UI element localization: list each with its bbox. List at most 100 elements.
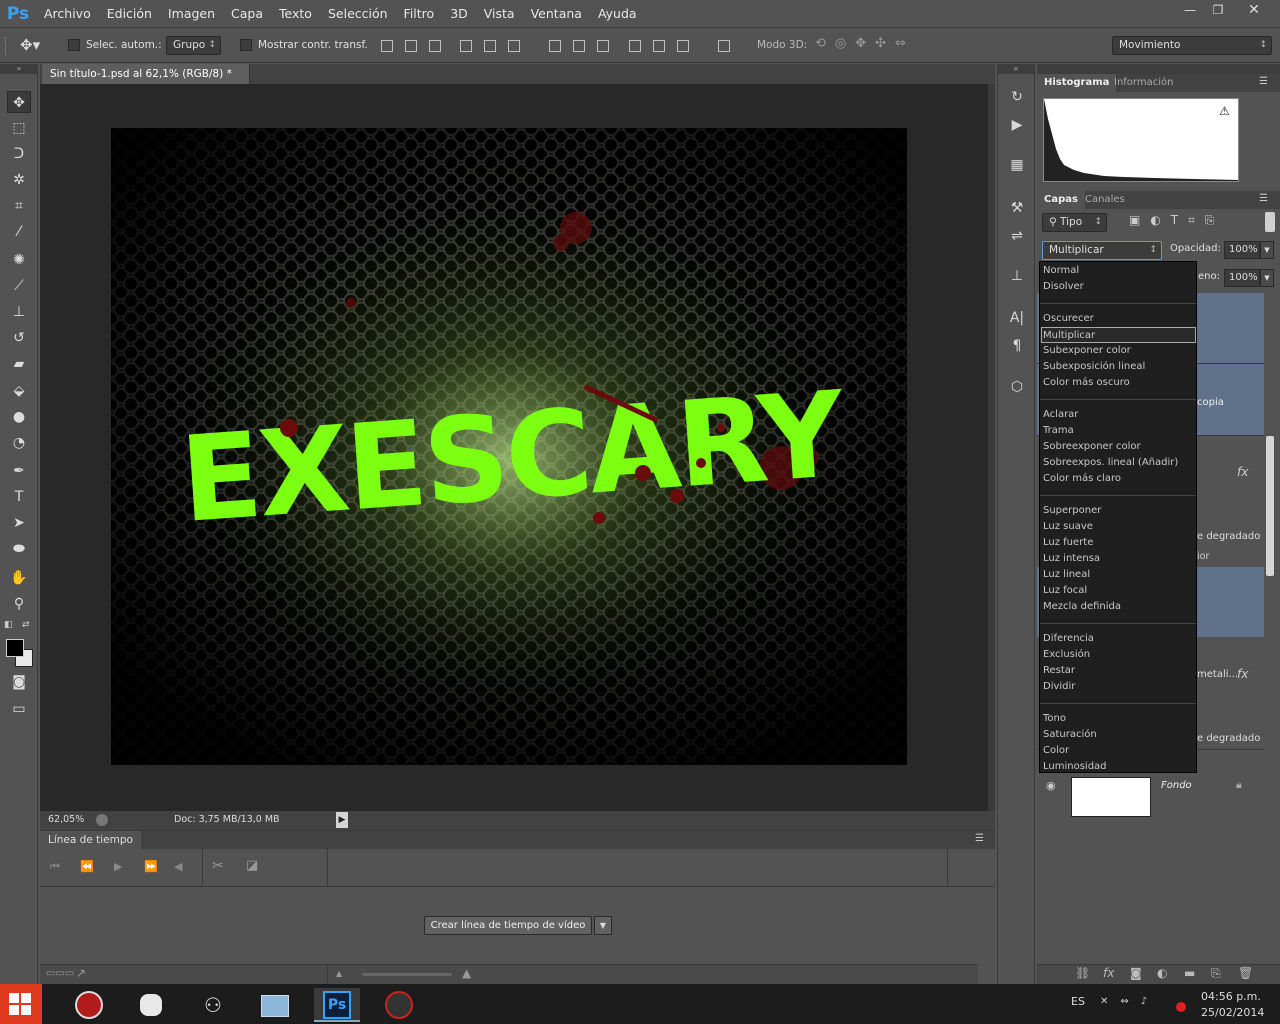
layer-filter-dropdown[interactable]: ⚲ Tipo [1042, 213, 1107, 232]
auto-select-checkbox[interactable] [68, 39, 80, 51]
align-vcenter-icon[interactable] [405, 40, 417, 52]
history-brush-tool-icon[interactable]: ↺ [7, 327, 31, 349]
distribute-top-icon[interactable] [549, 40, 561, 52]
paragraph-panel-icon[interactable]: ¶ [1006, 335, 1028, 357]
brush-presets-icon[interactable]: ⇌ [1006, 225, 1028, 247]
grip-handle[interactable] [5, 37, 7, 55]
link-layers-icon[interactable]: ⛓ [1075, 966, 1090, 980]
timeline-tab[interactable]: Línea de tiempo [40, 831, 141, 849]
blend-oscurecer[interactable]: Oscurecer [1043, 311, 1193, 327]
next-frame-icon[interactable]: ⏩ [144, 860, 158, 873]
audio-icon[interactable]: ◀ [174, 860, 182, 873]
marquee-tool-icon[interactable]: ⬚ [7, 117, 31, 139]
zoom-in-timeline-icon[interactable]: ▲ [462, 966, 471, 980]
menu-edicion[interactable]: Edición [99, 0, 160, 28]
healing-brush-tool-icon[interactable]: ✺ [7, 249, 31, 271]
path-selection-tool-icon[interactable]: ➤ [7, 512, 31, 534]
filter-toggle-switch[interactable] [1265, 212, 1275, 232]
distribute-left-icon[interactable] [629, 40, 641, 52]
blend-dividir[interactable]: Dividir [1043, 679, 1193, 695]
blend-mode-dropdown[interactable]: Multiplicar [1042, 241, 1162, 260]
opacity-slider-arrow-icon[interactable]: ▼ [1260, 241, 1274, 259]
new-layer-icon[interactable]: ⎘ [1211, 966, 1221, 981]
taskbar-steam-icon[interactable]: ⚇ [190, 988, 236, 1022]
actions-panel-icon[interactable]: ▶ [1006, 114, 1028, 136]
blend-restar[interactable]: Restar [1043, 663, 1193, 679]
history-panel-icon[interactable]: ↻ [1006, 86, 1028, 108]
type-tool-icon[interactable]: T [7, 486, 31, 508]
align-bottom-icon[interactable] [429, 40, 441, 52]
layers-scrollbar[interactable] [1266, 436, 1274, 576]
layers-menu-icon[interactable]: ☰ [1259, 193, 1268, 204]
add-style-icon[interactable]: fx [1103, 966, 1114, 980]
timeline-menu-icon[interactable]: ☰ [975, 833, 984, 844]
foreground-color-swatch[interactable] [6, 639, 24, 657]
histogram-menu-icon[interactable]: ☰ [1259, 76, 1268, 87]
blur-tool-icon[interactable]: ● [7, 406, 31, 428]
align-left-icon[interactable] [460, 40, 472, 52]
menu-archivo[interactable]: Archivo [36, 0, 99, 28]
eyedropper-tool-icon[interactable]: ⁄ [7, 221, 31, 243]
taskbar-file-explorer-icon[interactable] [252, 988, 298, 1022]
fill-slider-arrow-icon[interactable]: ▼ [1260, 269, 1274, 287]
document-canvas[interactable]: EXESCARY [111, 128, 907, 765]
blend-luz-focal[interactable]: Luz focal [1043, 583, 1193, 599]
menu-ventana[interactable]: Ventana [523, 0, 590, 28]
tab-canales[interactable]: Canales [1078, 191, 1132, 209]
distribute-vcenter-icon[interactable] [573, 40, 585, 52]
timeline-zoom-slider[interactable] [362, 973, 452, 976]
vertical-scrollbar[interactable] [988, 84, 995, 811]
opacity-input[interactable]: 100% [1224, 241, 1260, 259]
blend-luz-intensa[interactable]: Luz intensa [1043, 551, 1193, 567]
align-hcenter-icon[interactable] [484, 40, 496, 52]
blend-color-mas-oscuro[interactable]: Color más oscuro [1043, 375, 1193, 391]
layer-effects-fx-icon[interactable]: fx [1237, 465, 1248, 479]
visibility-eye-icon[interactable]: ◉ [1046, 779, 1056, 792]
clock-time[interactable]: 04:56 p.m. [1201, 990, 1261, 1003]
3d-panel-icon[interactable]: ⬡ [1006, 376, 1028, 398]
blend-saturacion[interactable]: Saturación [1043, 727, 1193, 743]
lock-icon[interactable]: 🔒︎ [1236, 778, 1242, 792]
convert-icon[interactable]: ↗ [76, 966, 86, 980]
taskbar-app-white-icon[interactable] [128, 988, 174, 1022]
restore-button[interactable]: ❐ [1202, 0, 1234, 20]
layer-name-metalico[interactable]: metali... [1197, 669, 1238, 680]
blend-color-mas-claro[interactable]: Color más claro [1043, 471, 1193, 487]
tab-histograma[interactable]: Histograma [1037, 74, 1117, 92]
document-tab[interactable]: Sin título-1.psd al 62,1% (RGB/8) * × [42, 64, 250, 100]
default-colors-icon[interactable]: ◧ [4, 620, 13, 630]
status-menu-arrow-icon[interactable]: ▶ [336, 812, 348, 828]
magic-wand-tool-icon[interactable]: ✲ [7, 169, 31, 191]
blend-luz-fuerte[interactable]: Luz fuerte [1043, 535, 1193, 551]
frame-animation-icon[interactable]: ▭▭▭ [46, 968, 74, 979]
split-icon[interactable]: ✂ [212, 858, 224, 874]
status-info-icon[interactable] [96, 814, 108, 826]
paint-bucket-tool-icon[interactable]: ⬙ [7, 380, 31, 402]
timeline-mode-dropdown-icon[interactable]: ▼ [594, 916, 612, 935]
expand-panels-icon[interactable]: « [998, 64, 1034, 74]
clock-date[interactable]: 25/02/2014 [1201, 1006, 1264, 1019]
histogram-warning-icon[interactable]: ⚠ [1219, 104, 1230, 118]
blend-luz-suave[interactable]: Luz suave [1043, 519, 1193, 535]
auto-select-dropdown[interactable]: Grupo [166, 36, 221, 55]
blend-mezcla-definida[interactable]: Mezcla definida [1043, 599, 1193, 615]
play-icon[interactable]: ▶ [114, 860, 122, 873]
zoom-level[interactable]: 62,05% [48, 814, 84, 825]
workspace-dropdown[interactable]: Movimiento [1112, 36, 1272, 55]
tab-informacion[interactable]: Información [1107, 74, 1180, 92]
blend-luminosidad[interactable]: Luminosidad [1043, 759, 1193, 775]
blend-superponer[interactable]: Superponer [1043, 503, 1193, 519]
mode-3d-icons[interactable]: ⟲◎✥✣⇔ [815, 36, 915, 51]
clone-stamp-tool-icon[interactable]: ⊥ [7, 301, 31, 323]
show-transform-checkbox[interactable] [240, 39, 252, 51]
taskbar-app-gauge-icon[interactable] [376, 988, 422, 1022]
menu-capa[interactable]: Capa [223, 0, 271, 28]
network-error-icon[interactable] [1176, 1002, 1186, 1012]
blend-exclusion[interactable]: Exclusión [1043, 647, 1193, 663]
screen-mode-icon[interactable]: ▭ [7, 698, 31, 720]
lasso-tool-icon[interactable]: ᑐ [7, 143, 31, 165]
create-video-timeline-button[interactable]: Crear línea de tiempo de vídeo [424, 916, 592, 935]
previous-frame-icon[interactable]: ⏪ [80, 860, 94, 873]
blend-normal[interactable]: Normal [1043, 263, 1193, 279]
background-layer-thumbnail[interactable] [1071, 777, 1151, 817]
